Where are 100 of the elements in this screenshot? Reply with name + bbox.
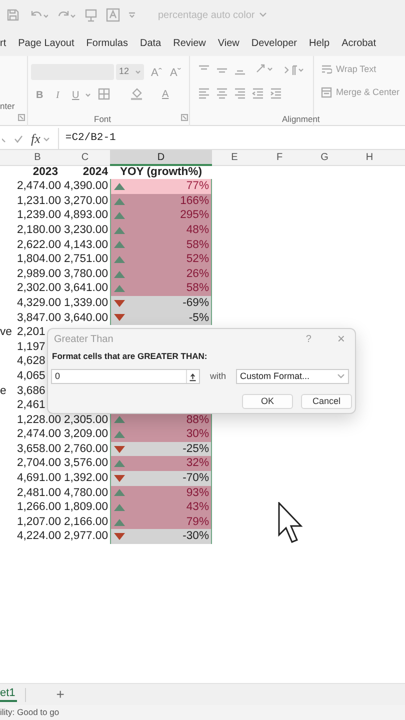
table-cell: 4,224.00	[17, 530, 61, 542]
merge-icon	[321, 87, 332, 98]
dialog-launcher-icon[interactable]	[181, 114, 188, 121]
table-cell: 4,893.00	[64, 209, 108, 222]
ribbon-tab[interactable]: Help	[308, 36, 330, 50]
table-cell: 58%	[110, 281, 212, 296]
column-header[interactable]: B	[15, 150, 60, 166]
table-cell: -69%	[110, 296, 212, 311]
table-cell: 52%	[110, 252, 212, 267]
table-cell: 2,201	[17, 326, 46, 338]
table-cell: 1,239.00	[17, 209, 61, 222]
column-header[interactable]: F	[257, 150, 302, 166]
caret-icon	[135, 69, 141, 75]
table-cell: 1,266.00	[17, 501, 61, 514]
down-triangle-icon	[114, 533, 125, 540]
cancel-button[interactable]: Cancel	[301, 394, 352, 409]
caret-icon	[337, 373, 345, 380]
column-header[interactable]	[0, 150, 15, 166]
text-direction-icon[interactable]	[284, 64, 304, 76]
save-icon[interactable]	[6, 8, 20, 22]
table-cell: 2,305.00	[64, 414, 108, 426]
ribbon-tab[interactable]: Page Layout	[18, 36, 74, 50]
up-triangle-icon	[114, 256, 125, 263]
up-triangle-icon	[114, 182, 125, 190]
table-cell: 1,231.00	[17, 194, 61, 207]
table-cell: 2,977.00	[64, 530, 108, 542]
ribbon-tab[interactable]: Data	[140, 36, 162, 50]
table-cell: 30%	[110, 427, 212, 442]
ok-button[interactable]: OK	[242, 394, 293, 409]
ribbon-tab[interactable]: Review	[173, 36, 206, 50]
font-size-field[interactable]: 12	[116, 64, 144, 80]
table-cell: 1,809.00	[64, 501, 108, 514]
table-cell: 1,228.00	[17, 414, 61, 426]
column-header[interactable]: D	[110, 150, 212, 166]
table-cell: 32%	[110, 456, 212, 472]
check-icon[interactable]	[14, 134, 23, 142]
table-cell: 3,209.00	[64, 428, 108, 440]
up-triangle-icon	[114, 212, 125, 220]
table-cell: 1,207.00	[17, 516, 61, 528]
decrease-indent-icon[interactable]	[252, 87, 264, 100]
column-header[interactable]: C	[60, 150, 110, 166]
table-cell: -5%	[110, 310, 212, 326]
sheet-tab[interactable]: et1	[0, 687, 18, 702]
table-cell: 4,390.00	[64, 180, 108, 192]
status-text: ility: Good to go	[0, 706, 60, 719]
table-cell: 3,230.00	[64, 224, 108, 236]
ribbon-tab[interactable]: rt	[0, 36, 6, 50]
insert-function-button[interactable]: fx	[31, 128, 40, 148]
up-triangle-icon	[114, 504, 125, 512]
column-header[interactable]: E	[212, 150, 257, 166]
down-triangle-icon	[114, 300, 125, 307]
align-center-icon[interactable]	[216, 87, 228, 100]
pointer-icon	[278, 502, 304, 544]
down-triangle-icon	[114, 314, 125, 322]
format-dropdown[interactable]: Custom Format...	[236, 368, 349, 384]
table-cell: 3,270.00	[64, 194, 108, 207]
table-cell: 2,704.00	[17, 457, 61, 470]
ribbon-tab[interactable]: Developer	[251, 36, 297, 50]
ribbon-tab[interactable]: View	[218, 36, 240, 50]
formula-field[interactable]: =C2/B2-1	[58, 128, 405, 149]
group-label: nter	[0, 100, 15, 113]
value-field[interactable]: 0	[51, 368, 200, 384]
wrap-text-icon	[321, 64, 332, 76]
with-label: with	[210, 370, 226, 382]
add-sheet-button[interactable]: +	[56, 684, 64, 705]
caret-icon[interactable]	[85, 92, 91, 98]
ribbon-tab[interactable]: Acrobat	[342, 36, 376, 50]
column-header[interactable]: H	[347, 150, 392, 166]
collapse-dialog-icon[interactable]	[186, 370, 198, 383]
increase-indent-icon[interactable]	[270, 87, 282, 100]
column-header[interactable]: G	[302, 150, 347, 166]
table-cell: 2,180.00	[17, 224, 61, 236]
presentation-icon[interactable]	[84, 8, 98, 22]
ribbon-tab[interactable]: Formulas	[86, 36, 128, 50]
table-cell: 2,481.00	[17, 486, 61, 499]
group-label: Font	[94, 113, 112, 126]
dialog-prompt: Format cells that are GREATER THAN:	[52, 351, 208, 361]
table-cell: ve	[0, 326, 12, 338]
table-cell: 2,166.00	[64, 516, 108, 528]
up-triangle-icon	[114, 285, 125, 292]
customize-caret-icon[interactable]	[128, 11, 136, 19]
dialog-launcher-icon[interactable]	[18, 114, 25, 121]
table-cell: 2,461	[17, 399, 46, 412]
borders-icon[interactable]	[98, 88, 110, 100]
align-right-icon[interactable]	[234, 87, 246, 100]
table-cell: 3,658.00	[17, 442, 61, 455]
caret-icon[interactable]	[43, 136, 50, 142]
table-cell-text: YOY (growth%)	[118, 164, 203, 180]
table-cell: e	[0, 384, 6, 396]
table-cell: 4,143.00	[64, 238, 108, 251]
table-cell: 3,576.00	[64, 457, 108, 470]
column-header[interactable]	[392, 150, 405, 166]
chevron-icon[interactable]	[258, 11, 267, 19]
table-cell: 1,197	[17, 340, 46, 353]
table-cell: -30%	[110, 529, 212, 544]
up-triangle-icon	[114, 460, 125, 468]
frame-icon[interactable]	[106, 8, 120, 22]
fill-color-icon[interactable]	[130, 87, 143, 101]
table-cell: 48%	[110, 222, 212, 238]
align-left-icon[interactable]	[198, 87, 210, 100]
